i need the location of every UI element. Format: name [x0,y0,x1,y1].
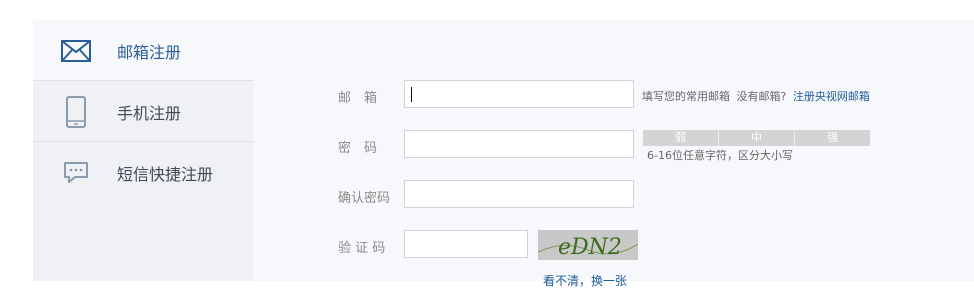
sidebar-item-label: 短信快捷注册 [117,165,214,184]
password-strength-meter: 弱 中 强 [643,130,870,146]
captcha-text: eDN2 [558,235,622,260]
sidebar-item-label: 手机注册 [117,104,182,123]
password-hint: 6-16位任意字符，区分大小写 [647,149,793,162]
envelope-icon [61,36,91,66]
password-label: 密 码 [338,141,378,156]
text-caret [411,87,412,102]
strength-strong: 强 [827,131,838,144]
register-email-link[interactable]: 注册央视网邮箱 [793,90,870,103]
captcha-label: 验 证 码 [338,241,386,256]
registration-panel: 邮箱注册 手机注册 短信快捷注册 邮 箱 填写您的常用邮箱 没有邮箱? 注册央视… [33,20,974,288]
strength-medium: 中 [719,130,795,146]
email-label: 邮 箱 [338,91,378,106]
confirm-password-label: 确认密码 [338,191,391,206]
email-field[interactable] [404,80,634,108]
captcha-image[interactable]: eDN2 [538,230,638,260]
email-hint-text: 填写您的常用邮箱 [642,90,730,103]
sms-icon [61,158,91,188]
email-hint: 填写您的常用邮箱 没有邮箱? 注册央视网邮箱 [642,88,870,104]
sidebar-item-label: 邮箱注册 [117,43,182,62]
confirm-password-field[interactable] [404,180,634,208]
phone-icon [61,96,91,128]
sidebar: 邮箱注册 手机注册 短信快捷注册 [33,20,253,281]
strength-weak: 弱 [643,130,719,146]
sidebar-item-phone-register[interactable]: 手机注册 [33,81,253,141]
no-email-text: 没有邮箱? [736,90,787,103]
sidebar-item-sms-register[interactable]: 短信快捷注册 [33,142,253,202]
password-field[interactable] [404,130,634,158]
sidebar-item-email-register[interactable]: 邮箱注册 [33,20,253,80]
captcha-field[interactable] [404,230,528,258]
